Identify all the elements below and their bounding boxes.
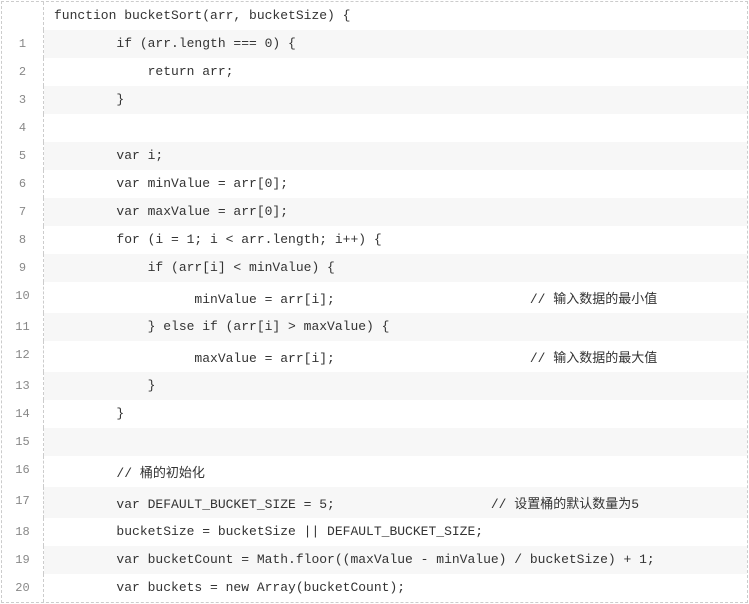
code-row: 5 var i; [2,142,747,170]
code-row: 10 minValue = arr[i]; // 输入数据的最小值 [2,282,747,313]
line-content: if (arr.length === 0) { [44,30,747,58]
line-content: // 桶的初始化 [44,456,747,487]
line-content: } [44,86,747,114]
line-number: 6 [2,170,44,198]
code-row: 20 var buckets = new Array(bucketCount); [2,574,747,602]
line-content: if (arr[i] < minValue) { [44,254,747,282]
line-content: } else if (arr[i] > maxValue) { [44,313,747,341]
line-content: } [44,400,747,428]
code-row: 1 if (arr.length === 0) { [2,30,747,58]
line-number: 14 [2,400,44,428]
line-content: var i; [44,142,747,170]
line-content: var maxValue = arr[0]; [44,198,747,226]
code-row: 9 if (arr[i] < minValue) { [2,254,747,282]
code-row: 17 var DEFAULT_BUCKET_SIZE = 5; // 设置桶的默… [2,487,747,518]
line-number: 15 [2,428,44,456]
code-row: 13 } [2,372,747,400]
line-content: function bucketSort(arr, bucketSize) { [44,2,747,30]
code-row: 14 } [2,400,747,428]
line-number: 19 [2,546,44,574]
line-number: 16 [2,456,44,487]
line-number: 4 [2,114,44,142]
code-row: 8 for (i = 1; i < arr.length; i++) { [2,226,747,254]
code-row: 2 return arr; [2,58,747,86]
code-row: 6 var minValue = arr[0]; [2,170,747,198]
line-number: 1 [2,30,44,58]
line-content: maxValue = arr[i]; // 输入数据的最大值 [44,341,747,372]
code-row: 15 [2,428,747,456]
code-row: 4 [2,114,747,142]
line-number: 3 [2,86,44,114]
line-content: minValue = arr[i]; // 输入数据的最小值 [44,282,747,313]
line-number: 17 [2,487,44,518]
line-content: var minValue = arr[0]; [44,170,747,198]
line-content: var DEFAULT_BUCKET_SIZE = 5; // 设置桶的默认数量… [44,487,747,518]
code-row: 11 } else if (arr[i] > maxValue) { [2,313,747,341]
line-content: var buckets = new Array(bucketCount); [44,574,747,602]
line-number: 5 [2,142,44,170]
line-number: 13 [2,372,44,400]
line-number: 8 [2,226,44,254]
line-number: 18 [2,518,44,546]
line-content: var bucketCount = Math.floor((maxValue -… [44,546,747,574]
line-content [44,114,747,142]
line-number [2,2,44,30]
line-number: 2 [2,58,44,86]
line-content: bucketSize = bucketSize || DEFAULT_BUCKE… [44,518,747,546]
code-row: 16 // 桶的初始化 [2,456,747,487]
line-number: 10 [2,282,44,313]
line-content: return arr; [44,58,747,86]
line-number: 12 [2,341,44,372]
line-number: 20 [2,574,44,602]
line-number: 11 [2,313,44,341]
code-row: 19 var bucketCount = Math.floor((maxValu… [2,546,747,574]
line-content: } [44,372,747,400]
code-block: function bucketSort(arr, bucketSize) { 1… [1,1,748,603]
code-row: 12 maxValue = arr[i]; // 输入数据的最大值 [2,341,747,372]
code-row: function bucketSort(arr, bucketSize) { [2,2,747,30]
code-row: 3 } [2,86,747,114]
line-content [44,428,747,456]
line-number: 7 [2,198,44,226]
line-number: 9 [2,254,44,282]
code-row: 7 var maxValue = arr[0]; [2,198,747,226]
line-content: for (i = 1; i < arr.length; i++) { [44,226,747,254]
code-row: 18 bucketSize = bucketSize || DEFAULT_BU… [2,518,747,546]
